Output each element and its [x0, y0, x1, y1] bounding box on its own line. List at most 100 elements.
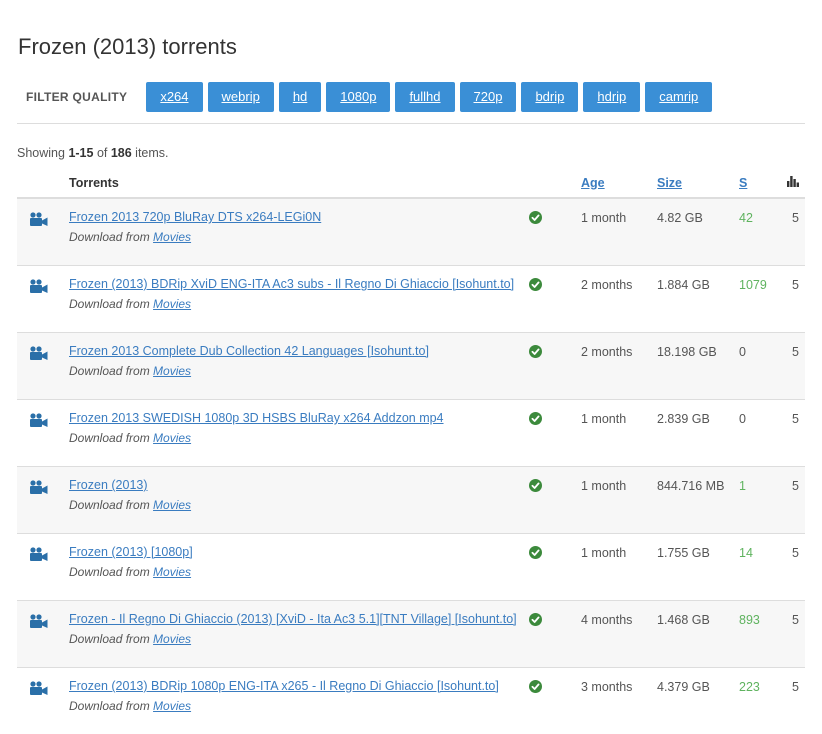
video-camera-icon	[29, 547, 48, 564]
video-camera-icon	[29, 681, 48, 698]
video-camera-icon	[29, 413, 48, 430]
download-from-prefix: Download from	[69, 297, 153, 311]
sort-by-age-link[interactable]: Age	[581, 176, 605, 190]
download-from-prefix: Download from	[69, 431, 153, 445]
row-verified-cell	[529, 668, 581, 734]
row-age: 1 month	[581, 198, 657, 266]
table-row: Frozen (2013) BDRip XviD ENG-ITA Ac3 sub…	[17, 266, 805, 333]
check-circle-icon	[529, 680, 542, 696]
torrent-name-link[interactable]: Frozen 2013 Complete Dub Collection 42 L…	[69, 344, 429, 358]
video-camera-icon	[29, 480, 48, 497]
row-seeds: 0	[739, 400, 785, 467]
page-title: Frozen (2013) torrents	[18, 34, 237, 60]
row-count: 5	[785, 266, 805, 333]
filter-quality-bar: FILTER QUALITY x264 webrip hd 1080p full…	[26, 82, 717, 112]
check-circle-icon	[529, 613, 542, 629]
torrent-name-link[interactable]: Frozen 2013 SWEDISH 1080p 3D HSBS BluRay…	[69, 411, 444, 425]
download-from-line: Download from Movies	[69, 565, 529, 579]
filter-button-hd[interactable]: hd	[279, 82, 321, 112]
row-verified-cell	[529, 601, 581, 668]
row-age: 2 months	[581, 333, 657, 400]
row-name-cell: Frozen (2013) [1080p] Download from Movi…	[69, 534, 529, 601]
summary-total: 186	[111, 146, 132, 160]
category-link[interactable]: Movies	[153, 297, 191, 311]
row-size: 2.839 GB	[657, 400, 739, 467]
row-name-cell: Frozen 2013 720p BluRay DTS x264-LEGi0N …	[69, 198, 529, 266]
row-name-cell: Frozen 2013 Complete Dub Collection 42 L…	[69, 333, 529, 400]
row-size: 4.379 GB	[657, 668, 739, 734]
row-verified-cell	[529, 266, 581, 333]
row-count: 5	[785, 467, 805, 534]
download-from-prefix: Download from	[69, 230, 153, 244]
row-size: 844.716 MB	[657, 467, 739, 534]
row-icon-cell	[17, 198, 69, 266]
summary-prefix: Showing	[17, 146, 68, 160]
filter-button-webrip[interactable]: webrip	[208, 82, 274, 112]
row-icon-cell	[17, 668, 69, 734]
check-circle-icon	[529, 412, 542, 428]
category-link[interactable]: Movies	[153, 699, 191, 713]
row-name-cell: Frozen (2013) BDRip 1080p ENG-ITA x265 -…	[69, 668, 529, 734]
table-row: Frozen - Il Regno Di Ghiaccio (2013) [Xv…	[17, 601, 805, 668]
category-link[interactable]: Movies	[153, 364, 191, 378]
torrent-name-link[interactable]: Frozen (2013)	[69, 478, 148, 492]
filter-button-1080p[interactable]: 1080p	[326, 82, 390, 112]
video-camera-icon	[29, 346, 48, 363]
section-divider	[17, 123, 805, 124]
row-name-cell: Frozen (2013) Download from Movies	[69, 467, 529, 534]
row-verified-cell	[529, 534, 581, 601]
check-circle-icon	[529, 479, 542, 495]
download-from-line: Download from Movies	[69, 230, 529, 244]
row-age: 3 months	[581, 668, 657, 734]
torrent-name-link[interactable]: Frozen - Il Regno Di Ghiaccio (2013) [Xv…	[69, 612, 517, 626]
row-seeds: 893	[739, 601, 785, 668]
sort-by-size-link[interactable]: Size	[657, 176, 682, 190]
video-camera-icon	[29, 212, 48, 229]
row-name-cell: Frozen 2013 SWEDISH 1080p 3D HSBS BluRay…	[69, 400, 529, 467]
row-icon-cell	[17, 601, 69, 668]
category-link[interactable]: Movies	[153, 431, 191, 445]
row-name-cell: Frozen - Il Regno Di Ghiaccio (2013) [Xv…	[69, 601, 529, 668]
torrent-name-link[interactable]: Frozen 2013 720p BluRay DTS x264-LEGi0N	[69, 210, 321, 224]
category-link[interactable]: Movies	[153, 230, 191, 244]
table-row: Frozen (2013) [1080p] Download from Movi…	[17, 534, 805, 601]
filter-button-camrip[interactable]: camrip	[645, 82, 712, 112]
filter-button-hdrip[interactable]: hdrip	[583, 82, 640, 112]
row-icon-cell	[17, 333, 69, 400]
category-link[interactable]: Movies	[153, 498, 191, 512]
check-circle-icon	[529, 345, 542, 361]
torrents-table-body: Frozen 2013 720p BluRay DTS x264-LEGi0N …	[17, 198, 805, 734]
torrent-name-link[interactable]: Frozen (2013) BDRip 1080p ENG-ITA x265 -…	[69, 679, 499, 693]
header-size: Size	[657, 168, 739, 198]
row-icon-cell	[17, 266, 69, 333]
bar-chart-icon	[787, 175, 799, 187]
table-row: Frozen 2013 720p BluRay DTS x264-LEGi0N …	[17, 198, 805, 266]
row-count: 5	[785, 534, 805, 601]
filter-button-720p[interactable]: 720p	[460, 82, 517, 112]
row-age: 1 month	[581, 467, 657, 534]
row-verified-cell	[529, 467, 581, 534]
filter-button-x264[interactable]: x264	[146, 82, 202, 112]
row-size: 4.82 GB	[657, 198, 739, 266]
torrent-name-link[interactable]: Frozen (2013) BDRip XviD ENG-ITA Ac3 sub…	[69, 277, 514, 291]
row-count: 5	[785, 333, 805, 400]
sort-by-seeds-link[interactable]: S	[739, 176, 747, 190]
category-link[interactable]: Movies	[153, 632, 191, 646]
download-from-prefix: Download from	[69, 565, 153, 579]
download-from-line: Download from Movies	[69, 364, 529, 378]
category-link[interactable]: Movies	[153, 565, 191, 579]
download-from-prefix: Download from	[69, 632, 153, 646]
row-count: 5	[785, 668, 805, 734]
header-icon-column	[17, 168, 69, 198]
header-stats	[785, 168, 805, 198]
filter-button-fullhd[interactable]: fullhd	[395, 82, 454, 112]
row-seeds: 14	[739, 534, 785, 601]
video-camera-icon	[29, 614, 48, 631]
row-size: 1.468 GB	[657, 601, 739, 668]
filter-button-bdrip[interactable]: bdrip	[521, 82, 578, 112]
row-count: 5	[785, 198, 805, 266]
download-from-line: Download from Movies	[69, 699, 529, 713]
row-age: 1 month	[581, 400, 657, 467]
torrent-name-link[interactable]: Frozen (2013) [1080p]	[69, 545, 193, 559]
row-count: 5	[785, 601, 805, 668]
